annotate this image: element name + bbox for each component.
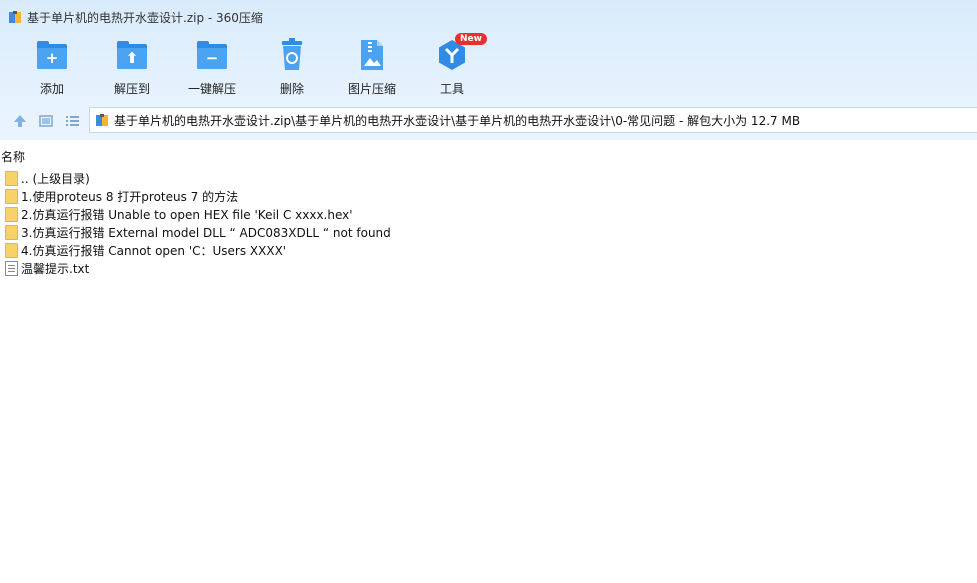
delete-label: 删除 [279,82,304,96]
add-button-label: 添加 [39,82,64,96]
folder-icon [5,224,18,240]
extract-to-label: 解压到 [113,82,150,96]
extract-to-icon: ⬆ [115,38,149,72]
folder-icon [5,170,18,186]
text-file-icon [5,260,18,276]
image-compress-button[interactable]: 图片压缩 [334,38,410,98]
archive-path-icon [95,113,109,127]
list-item[interactable]: 温馨提示.txt [0,259,977,277]
list-view-icon[interactable] [64,113,80,129]
new-badge: New [455,33,487,45]
image-compress-icon [355,38,389,72]
list-item[interactable]: 3.仿真运行报错 External model DLL “ ADC083XDLL… [0,223,977,241]
top-bar: 基于单片机的电热开水壶设计.zip - 360压缩 + 添加 ⬆ 解压到 − 一… [0,0,977,140]
file-list: .. (上级目录) 1.使用proteus 8 打开proteus 7 的方法 … [0,169,977,277]
add-folder-icon: + [35,38,69,72]
list-item[interactable]: 2.仿真运行报错 Unable to open HEX file 'Keil C… [0,205,977,223]
path-field[interactable]: 基于单片机的电热开水壶设计.zip\基于单片机的电热开水壶设计\基于单片机的电热… [89,107,977,133]
folder-icon [5,206,18,222]
up-arrow-icon[interactable] [12,113,28,129]
folder-icon [5,242,18,258]
one-click-extract-label: 一键解压 [187,82,236,96]
extract-to-button[interactable]: ⬆ 解压到 [94,38,170,98]
one-click-extract-button[interactable]: − 一键解压 [174,38,250,98]
list-item-name: 4.仿真运行报错 Cannot open 'C：Users XXXX' [21,243,287,258]
list-item-name: 3.仿真运行报错 External model DLL “ ADC083XDLL… [21,225,391,240]
delete-button[interactable]: 删除 [254,38,330,98]
list-item[interactable]: 1.使用proteus 8 打开proteus 7 的方法 [0,187,977,205]
address-bar: 基于单片机的电热开水壶设计.zip\基于单片机的电热开水壶设计\基于单片机的电热… [0,107,977,135]
path-text: 基于单片机的电热开水壶设计.zip\基于单片机的电热开水壶设计\基于单片机的电热… [114,113,801,128]
one-click-extract-icon: − [195,38,229,72]
column-header: 名称 [0,146,977,166]
list-item[interactable]: 4.仿真运行报错 Cannot open 'C：Users XXXX' [0,241,977,259]
list-item-name: 2.仿真运行报错 Unable to open HEX file 'Keil C… [21,207,353,222]
thumbnail-view-icon[interactable] [38,113,54,129]
archive-app-icon [8,10,22,24]
image-compress-label: 图片压缩 [347,82,396,96]
tools-label: 工具 [439,82,464,96]
column-name-header[interactable]: 名称 [1,148,25,165]
recycle-bin-icon [275,38,309,72]
list-item-name: 温馨提示.txt [21,261,90,276]
tools-button[interactable]: 工具 [414,38,490,98]
list-item-name: .. (上级目录) [21,171,90,186]
folder-icon [5,188,18,204]
add-button[interactable]: + 添加 [14,38,90,98]
window-title: 基于单片机的电热开水壶设计.zip - 360压缩 [27,10,263,25]
toolbar: + 添加 ⬆ 解压到 − 一键解压 删除 图片压缩 工具 New [0,33,977,100]
list-item-name: 1.使用proteus 8 打开proteus 7 的方法 [21,189,239,204]
title-bar: 基于单片机的电热开水壶设计.zip - 360压缩 [0,0,977,34]
list-item-parent-dir[interactable]: .. (上级目录) [0,169,977,187]
